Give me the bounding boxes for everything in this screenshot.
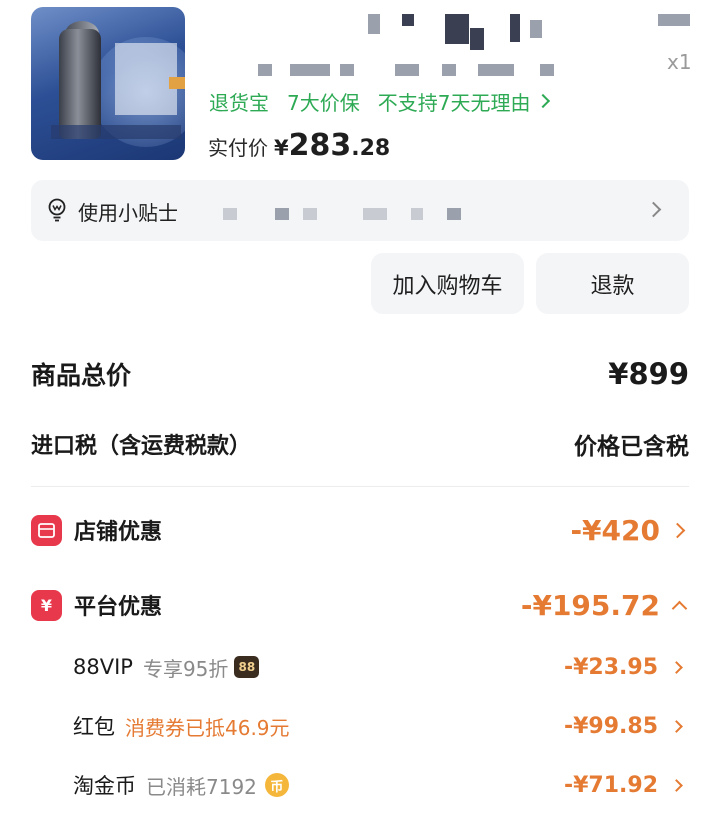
add-to-cart-button[interactable]: 加入购物车 <box>371 253 524 314</box>
vip-88-badge: 88 <box>234 656 260 678</box>
taojinbi-note: 已消耗7192 <box>146 774 257 799</box>
usage-tips-label: 使用小贴士 <box>78 201 178 225</box>
usage-tips-bar[interactable]: 使用小贴士 <box>31 180 689 241</box>
paid-price-label: 实付价 <box>208 136 268 160</box>
total-price-row: 商品总价 ¥899 <box>31 352 689 396</box>
product-thumbnail[interactable] <box>31 7 185 160</box>
vip-label: 88VIP <box>73 655 133 679</box>
usage-tips-text-blurred <box>223 208 483 224</box>
service-tag-no-return: 不支持7天无理由 <box>377 90 531 115</box>
chevron-right-icon <box>670 660 683 674</box>
quantity: x1 <box>667 50 692 74</box>
red-packet-row[interactable]: 红包 消费券已抵46.9元 -¥99.85 <box>73 709 689 743</box>
import-tax-label: 进口税（含运费税款） <box>31 434 252 459</box>
red-packet-note: 消费券已抵46.9元 <box>125 715 290 740</box>
thumb-base <box>51 125 181 139</box>
taojinbi-row[interactable]: 淘金币 已消耗7192 币 -¥71.92 <box>73 768 689 802</box>
product-title-blurred[interactable] <box>210 10 690 80</box>
thumb-accent <box>169 77 185 89</box>
vip-note: 专享95折 <box>142 656 229 681</box>
coin-icon: 币 <box>264 773 289 797</box>
service-tags[interactable]: 退货宝 7大价保 不支持7天无理由 <box>209 88 551 115</box>
import-tax-row: 进口税（含运费税款） 价格已含税 <box>31 424 689 464</box>
total-price-value: ¥899 <box>608 357 689 391</box>
import-tax-value: 价格已含税 <box>574 434 689 460</box>
vip-discount-row[interactable]: 88VIP 专享95折 88 -¥23.95 <box>73 650 689 684</box>
taojinbi-value: -¥71.92 <box>563 772 658 798</box>
red-packet-value: -¥99.85 <box>563 713 658 739</box>
platform-discount-value: -¥195.72 <box>520 588 660 622</box>
chevron-right-icon <box>669 522 686 538</box>
paid-price-integer: 283 <box>288 128 352 163</box>
refund-button[interactable]: 退款 <box>536 253 689 314</box>
chevron-right-icon <box>670 778 683 792</box>
total-price-label: 商品总价 <box>31 361 132 390</box>
store-icon <box>31 514 62 546</box>
service-tag-return: 退货宝 <box>209 90 269 115</box>
platform-coupon-icon: ¥ <box>31 589 62 621</box>
vip-discount-value: -¥23.95 <box>563 654 658 680</box>
lightbulb-icon <box>48 198 66 222</box>
service-tag-price-protect: 7大价保 <box>287 90 360 115</box>
chevron-right-icon <box>536 93 551 109</box>
red-packet-label: 红包 <box>73 715 115 739</box>
chevron-right-icon <box>645 201 662 218</box>
paid-price: 实付价 ¥ 283 .28 <box>208 128 391 163</box>
platform-discount-label: 平台优惠 <box>74 595 163 620</box>
paid-price-decimal: .28 <box>351 136 391 161</box>
chevron-up-icon <box>671 600 688 616</box>
store-discount-row[interactable]: 店铺优惠 -¥420 <box>31 510 689 550</box>
store-discount-label: 店铺优惠 <box>74 520 163 545</box>
store-discount-value: -¥420 <box>570 513 660 547</box>
chevron-right-icon <box>670 719 683 733</box>
platform-discount-row[interactable]: ¥ 平台优惠 -¥195.72 <box>31 584 689 626</box>
taojinbi-label: 淘金币 <box>73 774 136 798</box>
thumb-device <box>59 29 101 139</box>
divider <box>31 486 689 487</box>
paid-price-currency: ¥ <box>274 136 289 160</box>
thumb-panel <box>115 43 177 115</box>
